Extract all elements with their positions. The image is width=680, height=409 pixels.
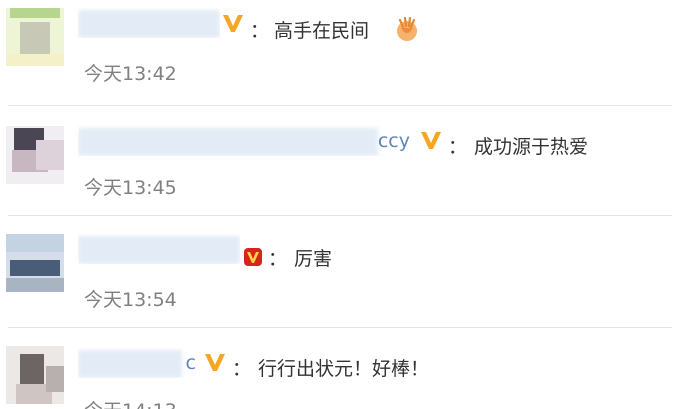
comment-item: ： 厉害 今天13:54: [0, 216, 680, 328]
comment-list: ： 高手在民间 今天13:42 ccy ： 成功源于热爱 今天13:45 ： 厉…: [0, 0, 680, 409]
vip-gold-icon[interactable]: [420, 130, 442, 152]
comment-time: 今天13:54: [84, 289, 177, 311]
username[interactable]: [78, 8, 220, 38]
comment-time: 今天13:45: [84, 177, 177, 199]
avatar[interactable]: [6, 126, 64, 184]
comment-item: ： 高手在民间 今天13:42: [0, 0, 680, 106]
vip-gold-icon[interactable]: [222, 13, 244, 35]
colon: ：: [268, 248, 288, 270]
comment-text: 厉害: [294, 248, 333, 270]
comment-time: 今天14:13: [84, 399, 177, 409]
vip-red-icon[interactable]: [244, 248, 262, 266]
avatar[interactable]: [6, 8, 64, 66]
username[interactable]: [78, 234, 240, 264]
colon: ：: [250, 20, 270, 42]
username[interactable]: ccy: [78, 126, 414, 156]
avatar[interactable]: [6, 234, 64, 292]
comment-text: 成功源于热爱: [474, 136, 589, 158]
colon: ：: [232, 358, 252, 380]
username[interactable]: c: [78, 348, 200, 378]
comment-text: 行行出状元！好棒！: [258, 358, 430, 380]
comment-item: ccy ： 成功源于热爱 今天13:45: [0, 106, 680, 216]
comment-text: 高手在民间: [274, 20, 370, 42]
vip-gold-icon[interactable]: [204, 352, 226, 374]
avatar[interactable]: [6, 346, 64, 404]
colon: ：: [448, 136, 468, 158]
clap-hands-emoji: [393, 14, 421, 42]
comment-item: c ： 行行出状元！好棒！ 今天14:13: [0, 328, 680, 409]
comment-time: 今天13:42: [84, 63, 177, 85]
